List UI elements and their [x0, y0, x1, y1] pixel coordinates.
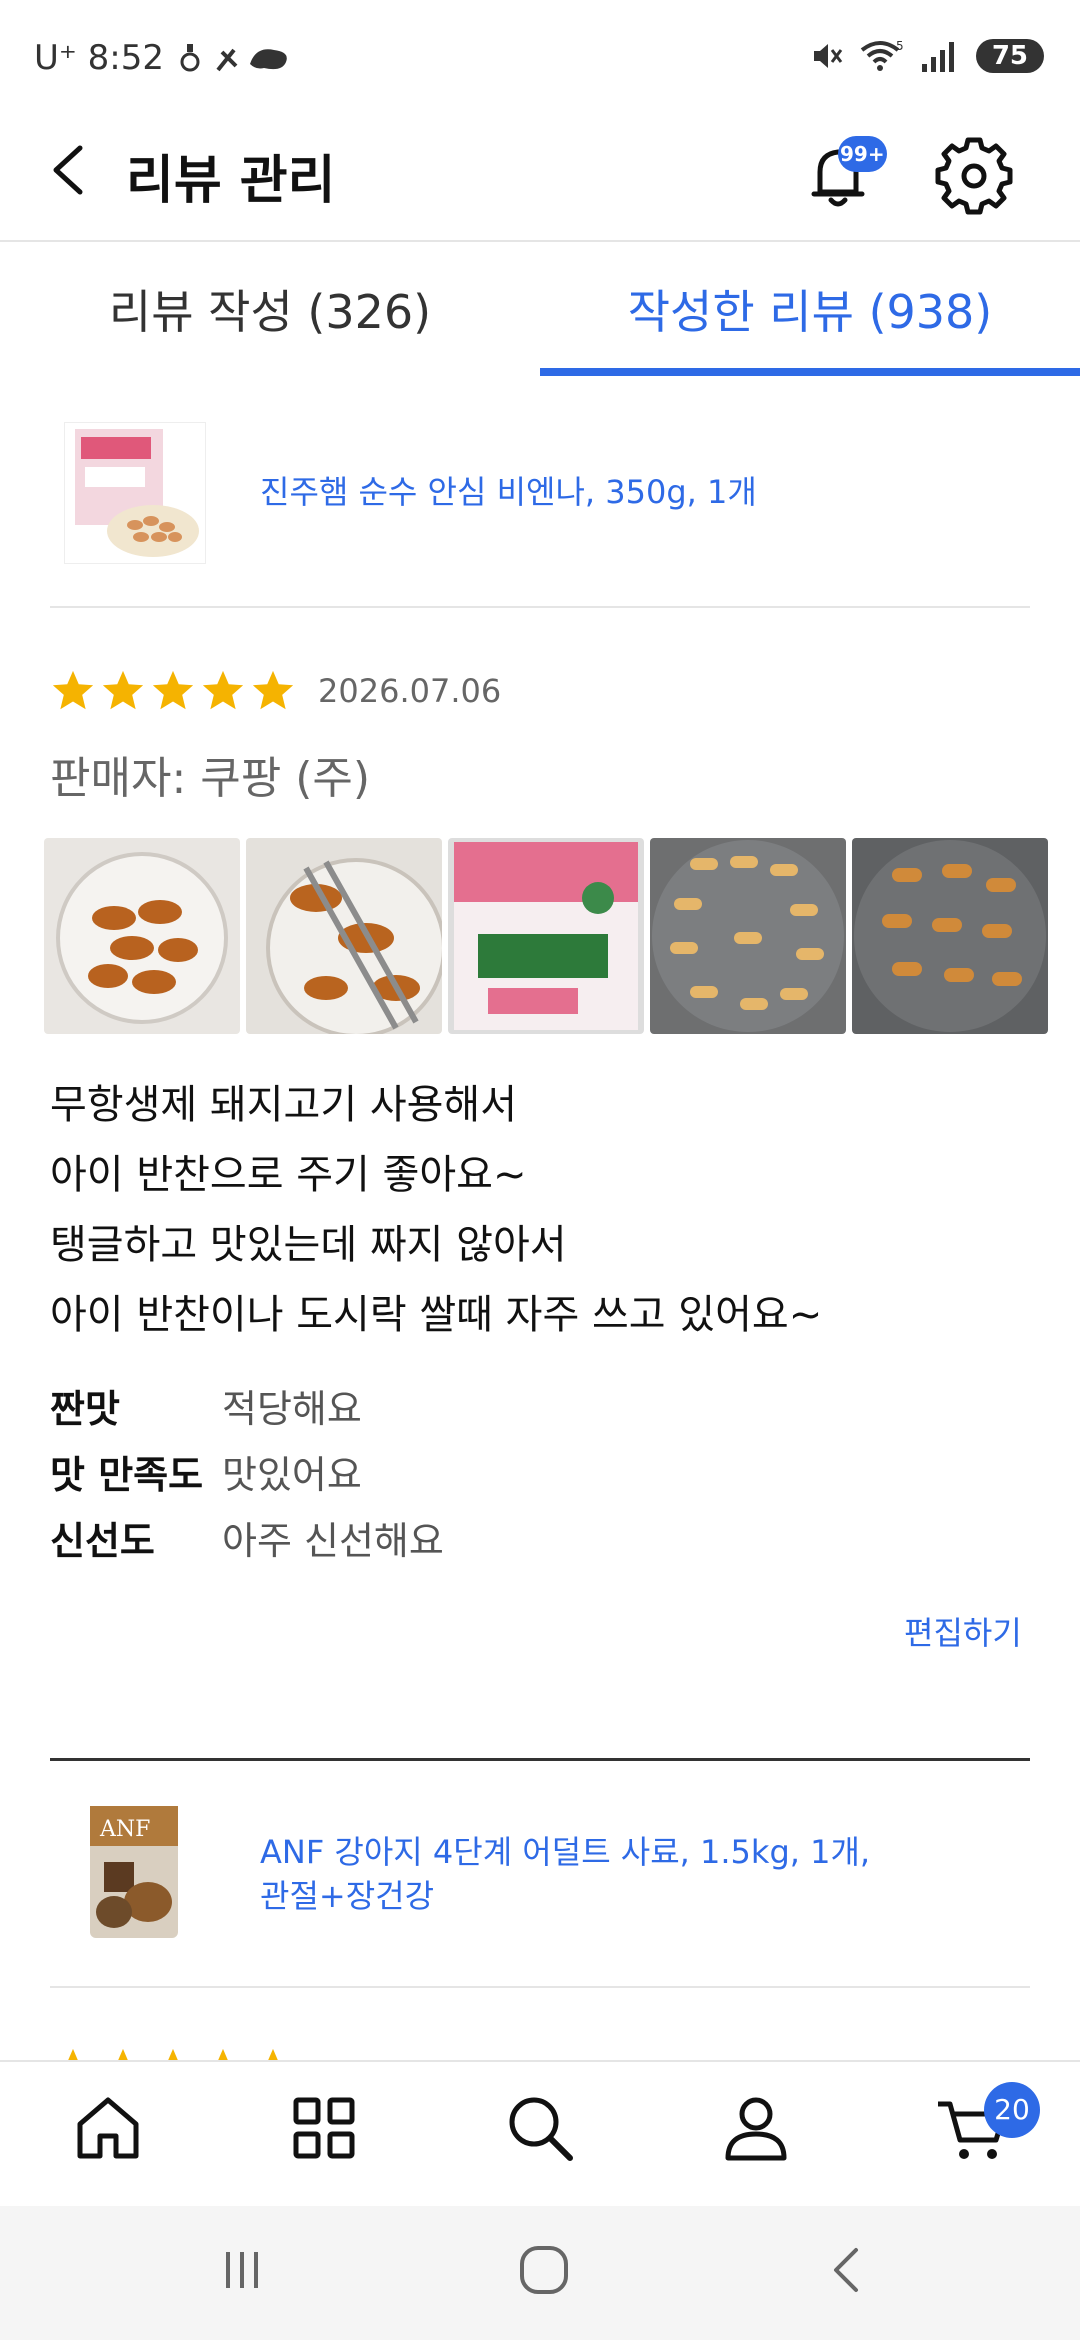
review-text-line: 탱글하고 맛있는데 짜지 않아서	[50, 1222, 567, 1268]
anf-logo-text: ANF	[99, 1817, 150, 1842]
home-circle-icon	[520, 2246, 568, 2294]
cart-count-badge: 20	[984, 2082, 1040, 2138]
seller-name: 판매자: 쿠팡 (주)	[50, 753, 371, 804]
rating-value-taste: 맛있어요	[222, 1453, 362, 1497]
rating-label-taste: 맛 만족도	[50, 1453, 204, 1497]
product-name-link[interactable]: 진주햄 순수 안심 비엔나, 350g, 1개	[260, 470, 757, 514]
search-icon	[509, 2097, 573, 2161]
star-icon	[102, 670, 144, 710]
back-button[interactable]	[40, 140, 100, 200]
star-icon	[252, 670, 294, 710]
home-icon	[77, 2097, 139, 2159]
product-image	[75, 429, 199, 557]
recents-icon	[226, 2252, 258, 2288]
tab-written-reviews-label: 작성한 리뷰 (938)	[627, 285, 993, 339]
rating-value-salty: 적당해요	[222, 1387, 362, 1431]
photo-pan-raw	[650, 838, 846, 1034]
star-icon	[68, 2048, 78, 2060]
edit-review-link[interactable]: 편집하기	[904, 1608, 1022, 1654]
divider	[50, 1986, 1030, 1988]
nav-search[interactable]	[500, 2088, 580, 2168]
signal-icon	[921, 42, 954, 72]
tab-written-reviews[interactable]: 작성한 리뷰 (938)	[540, 242, 1080, 376]
review-photo[interactable]	[44, 838, 240, 1034]
product-thumbnail[interactable]: ANF	[84, 1802, 184, 1942]
photo-pan-cooked	[852, 838, 1048, 1034]
status-bar: U⁺ 8:52 5 75	[0, 0, 1080, 120]
rating-label-salty: 짠맛	[50, 1387, 120, 1431]
nav-account[interactable]	[716, 2088, 796, 2168]
star-icon	[218, 2048, 228, 2060]
review-text-line: 무항생제 돼지고기 사용해서	[50, 1082, 518, 1128]
review-photo[interactable]	[852, 838, 1048, 1034]
notification-icons	[180, 44, 287, 72]
carrier-time: U⁺ 8:52	[34, 38, 164, 78]
star-icon	[268, 2048, 278, 2060]
review-date: 2026.07.06	[318, 672, 502, 710]
settings-button[interactable]	[934, 136, 1014, 216]
tab-write-review-label: 리뷰 작성 (326)	[108, 285, 432, 339]
product-name-line: ANF 강아지 4단계 어덜트 사료, 1.5kg, 1개,	[260, 1833, 871, 1871]
star-rating-partial	[50, 2046, 296, 2060]
home-button[interactable]	[514, 2240, 574, 2300]
nav-categories[interactable]	[284, 2088, 364, 2168]
category-icon	[293, 2097, 355, 2159]
photo-sausage-tongs	[246, 838, 442, 1034]
battery-indicator: 75	[975, 39, 1044, 73]
divider	[50, 606, 1030, 608]
star-icon	[152, 670, 194, 710]
review-photo[interactable]	[246, 838, 442, 1034]
photo-package	[448, 838, 644, 1034]
mute-icon	[813, 44, 843, 68]
star-icon	[52, 670, 94, 710]
page-title: 리뷰 관리	[126, 151, 336, 211]
star-icon	[202, 670, 244, 710]
review-photo[interactable]	[650, 838, 846, 1034]
status-left: U⁺ 8:52	[34, 38, 298, 78]
system-back-button[interactable]	[818, 2240, 878, 2300]
tab-write-review[interactable]: 리뷰 작성 (326)	[0, 242, 540, 376]
nav-home[interactable]	[68, 2088, 148, 2168]
status-right: 5 75	[808, 38, 1044, 74]
rating-value-freshness: 아주 신선해요	[222, 1519, 444, 1563]
section-divider	[50, 1758, 1030, 1761]
review-text-line: 아이 반찬으로 주기 좋아요~	[50, 1152, 527, 1198]
star-icon	[118, 2048, 128, 2060]
chevron-left-icon	[53, 145, 83, 195]
gear-icon	[935, 137, 1013, 215]
review-photo[interactable]	[448, 838, 644, 1034]
product-thumbnail[interactable]	[64, 422, 206, 564]
photo-sausages-bowl	[44, 838, 240, 1034]
review-text-line: 아이 반찬이나 도시락 쌀때 자주 쓰고 있어요~	[50, 1292, 823, 1338]
product-name-line: 관절+장건강	[260, 1877, 435, 1915]
star-icon	[168, 2048, 178, 2060]
recents-button[interactable]	[212, 2240, 272, 2300]
notification-badge: 99+	[838, 136, 887, 172]
active-tab-indicator	[540, 368, 1080, 376]
product-name-link[interactable]: ANF 강아지 4단계 어덜트 사료, 1.5kg, 1개, 관절+장건강	[260, 1830, 870, 1918]
account-icon	[725, 2097, 787, 2161]
back-icon	[834, 2248, 858, 2292]
wifi-icon: 5	[860, 39, 904, 71]
svg-text:5: 5	[896, 39, 904, 53]
rating-label-freshness: 신선도	[50, 1519, 155, 1563]
product-image: ANF	[90, 1806, 178, 1938]
star-rating	[50, 668, 296, 714]
